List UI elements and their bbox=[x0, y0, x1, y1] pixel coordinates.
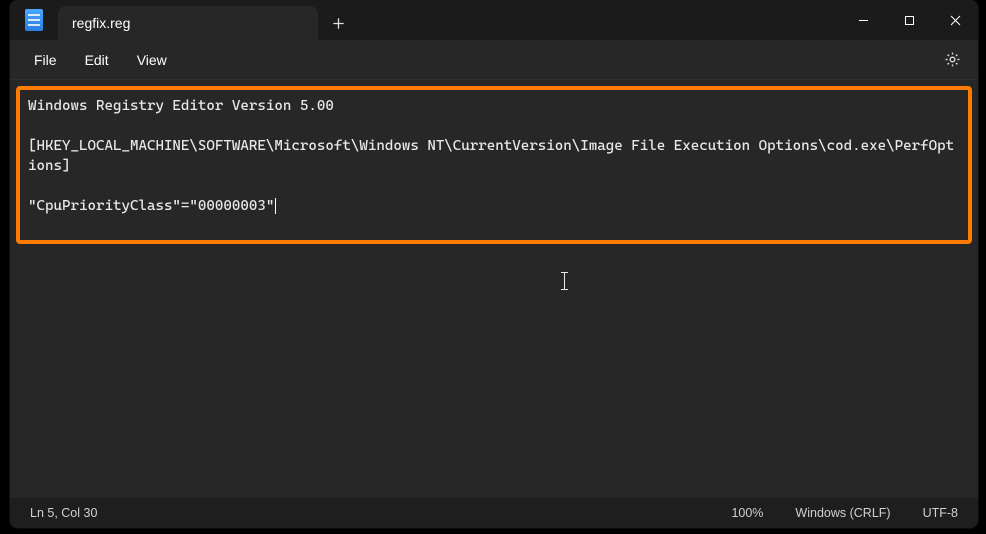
editor-line: [HKEY_LOCAL_MACHINE\SOFTWARE\Microsoft\W… bbox=[28, 138, 954, 174]
minimize-button[interactable] bbox=[840, 0, 886, 40]
notepad-window: regfix.reg File Edit View bbox=[10, 0, 978, 528]
mouse-cursor-ibeam bbox=[564, 272, 565, 290]
title-bar: regfix.reg bbox=[10, 0, 978, 40]
close-window-button[interactable] bbox=[932, 0, 978, 40]
settings-button[interactable] bbox=[936, 44, 968, 76]
status-zoom[interactable]: 100% bbox=[715, 498, 779, 528]
menu-file[interactable]: File bbox=[20, 46, 71, 74]
file-tab[interactable]: regfix.reg bbox=[58, 6, 318, 40]
menu-edit[interactable]: Edit bbox=[71, 46, 123, 74]
editor-line: "CpuPriorityClass"="00000003" bbox=[28, 198, 274, 214]
app-icon bbox=[10, 0, 58, 40]
status-encoding[interactable]: UTF-8 bbox=[907, 498, 974, 528]
status-cursor-position[interactable]: Ln 5, Col 30 bbox=[14, 498, 113, 528]
maximize-button[interactable] bbox=[886, 0, 932, 40]
menu-bar: File Edit View bbox=[10, 40, 978, 80]
editor-area: Windows Registry Editor Version 5.00 [HK… bbox=[16, 86, 972, 496]
close-tab-icon[interactable] bbox=[284, 11, 308, 35]
text-caret bbox=[275, 198, 276, 214]
new-tab-button[interactable] bbox=[318, 6, 358, 40]
status-line-ending[interactable]: Windows (CRLF) bbox=[779, 498, 906, 528]
window-controls bbox=[840, 0, 978, 40]
status-bar: Ln 5, Col 30 100% Windows (CRLF) UTF-8 bbox=[10, 498, 978, 528]
tab-title: regfix.reg bbox=[72, 15, 284, 31]
menu-view[interactable]: View bbox=[123, 46, 181, 74]
editor-line: Windows Registry Editor Version 5.00 bbox=[28, 98, 334, 114]
text-editor[interactable]: Windows Registry Editor Version 5.00 [HK… bbox=[16, 86, 972, 496]
gear-icon bbox=[944, 51, 961, 68]
